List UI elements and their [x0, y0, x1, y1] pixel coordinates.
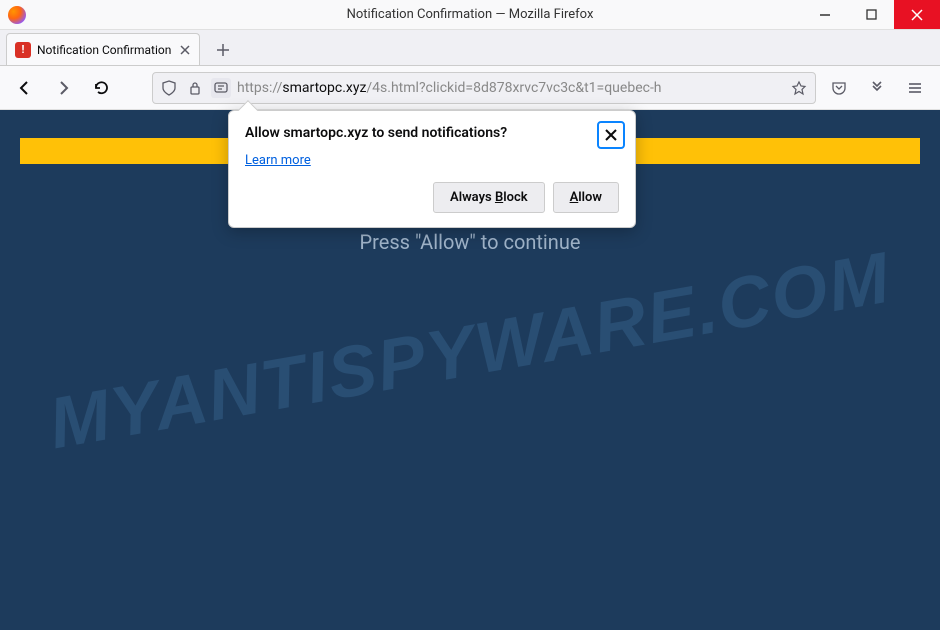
allow-button[interactable]: Allow	[553, 182, 619, 213]
alert-badge-icon	[15, 42, 31, 58]
reload-button[interactable]	[86, 73, 116, 103]
tab-title: Notification Confirmation	[37, 43, 171, 57]
pocket-icon[interactable]	[824, 73, 854, 103]
url-host: smartopc.xyz	[282, 80, 366, 96]
popup-title: Allow smartopc.xyz to send notifications…	[245, 125, 619, 141]
lock-icon[interactable]	[185, 78, 205, 98]
navigation-toolbar: https://smartopc.xyz/4s.html?clickid=8d8…	[0, 66, 940, 110]
notification-permission-popup: Allow smartopc.xyz to send notifications…	[228, 110, 636, 228]
firefox-logo-icon	[8, 6, 26, 24]
popup-button-row: Always Block Allow	[245, 182, 619, 213]
watermark-text: MYANTISPYWARE.COM	[43, 237, 897, 466]
tab-close-button[interactable]	[179, 44, 191, 56]
tab-active[interactable]: Notification Confirmation	[6, 33, 200, 65]
minimize-button[interactable]	[802, 0, 848, 29]
popup-close-button[interactable]	[597, 121, 625, 149]
window-titlebar: Notification Confirmation — Mozilla Fire…	[0, 0, 940, 30]
forward-button[interactable]	[48, 73, 78, 103]
url-path: /4s.html?clickid=8d878xrvc7vc3c&t1=quebe…	[366, 80, 661, 96]
tab-bar: Notification Confirmation	[0, 30, 940, 66]
close-window-button[interactable]	[894, 0, 940, 29]
shield-icon[interactable]	[159, 78, 179, 98]
window-controls	[802, 0, 940, 29]
bookmark-star-icon[interactable]	[789, 78, 809, 98]
url-text[interactable]: https://smartopc.xyz/4s.html?clickid=8d8…	[237, 80, 783, 96]
url-bar[interactable]: https://smartopc.xyz/4s.html?clickid=8d8…	[152, 72, 816, 104]
overflow-menu-icon[interactable]	[862, 73, 892, 103]
always-block-button[interactable]: Always Block	[433, 182, 545, 213]
app-menu-button[interactable]	[900, 73, 930, 103]
url-protocol: https://	[237, 80, 282, 96]
permission-icon[interactable]	[211, 78, 231, 98]
app-icon	[8, 6, 26, 24]
tab-favicon	[15, 42, 31, 58]
new-tab-button[interactable]	[208, 35, 238, 65]
maximize-button[interactable]	[848, 0, 894, 29]
back-button[interactable]	[10, 73, 40, 103]
window-title: Notification Confirmation — Mozilla Fire…	[347, 7, 594, 22]
learn-more-link[interactable]: Learn more	[245, 153, 311, 168]
page-prompt-text: Press "Allow" to continue	[360, 230, 581, 254]
